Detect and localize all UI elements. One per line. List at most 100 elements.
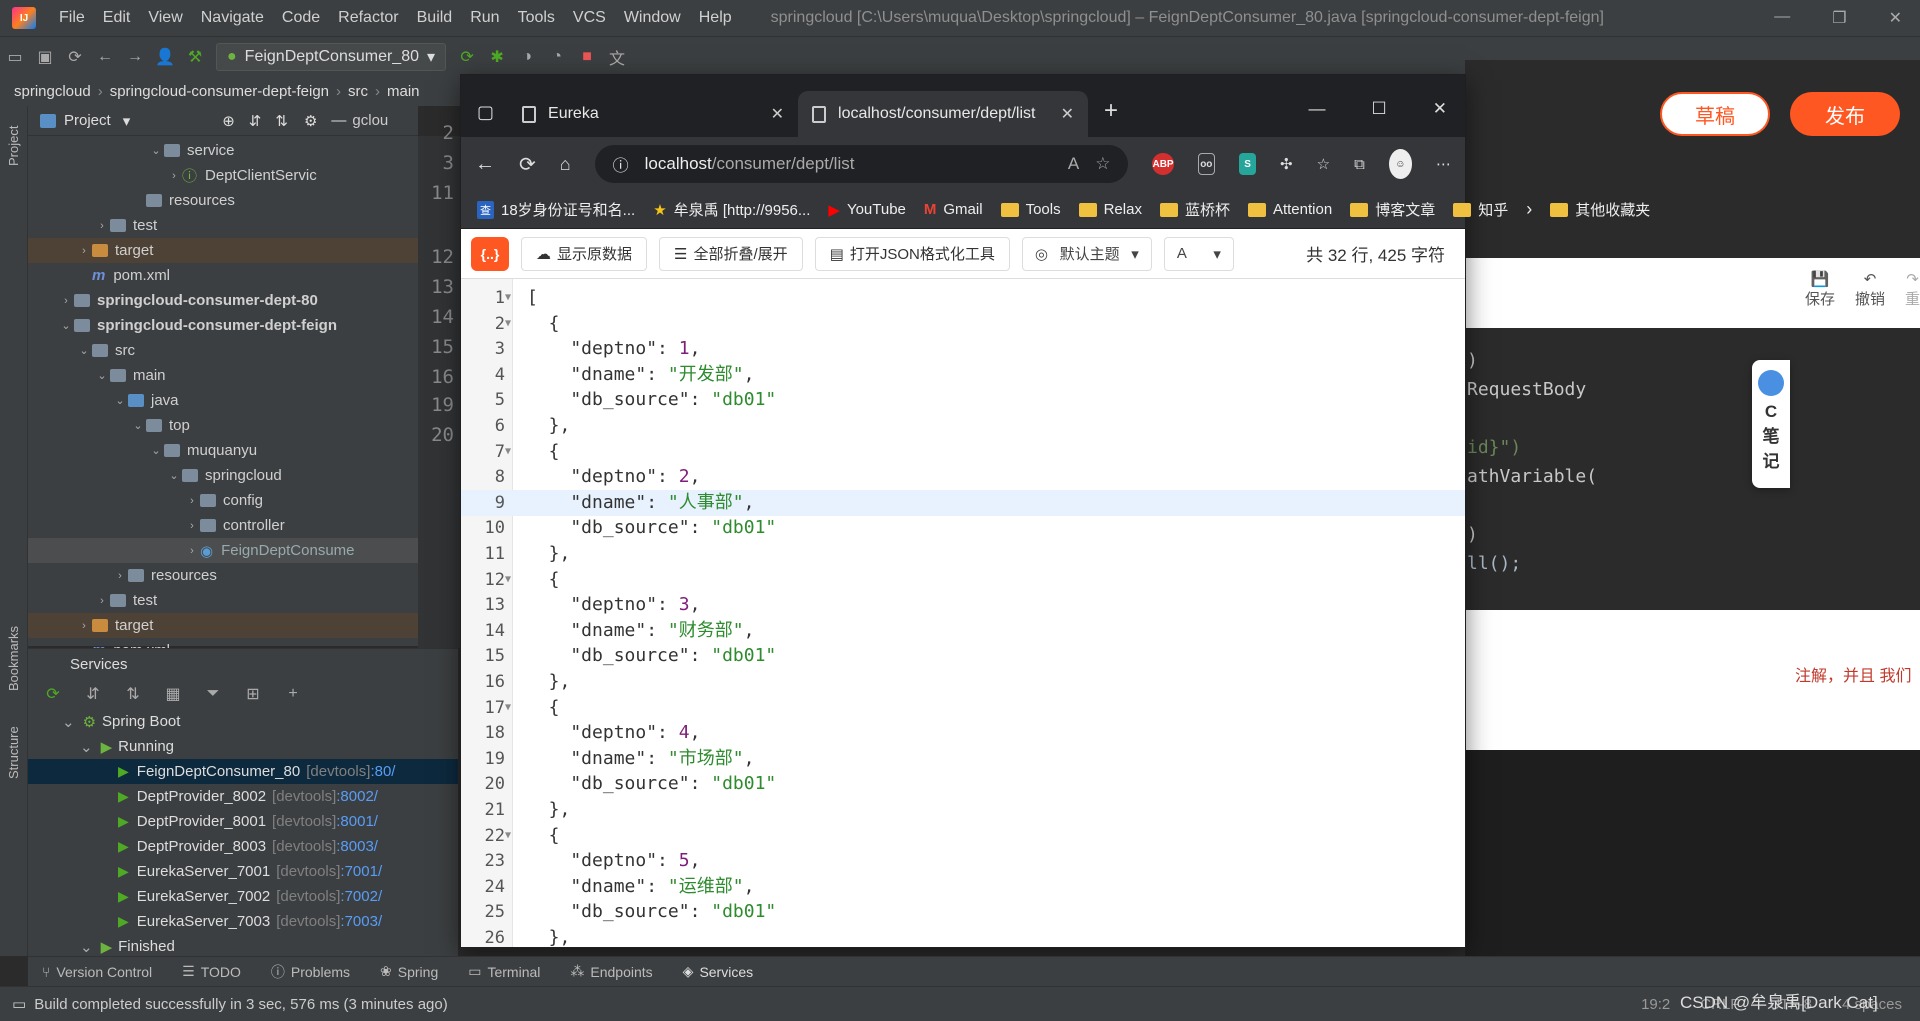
note-side-tab[interactable]: C 笔 记 [1752, 360, 1790, 488]
close-tab-icon[interactable]: ✕ [771, 104, 784, 124]
bookmark-item[interactable]: ▶ YouTube [828, 201, 906, 219]
other-bookmarks[interactable]: 其他收藏夹 [1550, 199, 1650, 220]
tool-tab-spring[interactable]: ❀ Spring [380, 963, 438, 980]
tool-tab-todo[interactable]: ☰ TODO [182, 963, 241, 980]
user-icon[interactable]: 👤 [155, 48, 175, 66]
sync-icon[interactable]: ⟳ [66, 48, 84, 66]
bookmark-item[interactable]: 查 18岁身份证号和名... [477, 199, 635, 220]
chevron-right-icon[interactable]: › [112, 570, 128, 582]
collapse-all-icon[interactable]: ⇅ [275, 112, 288, 130]
tree-item[interactable]: ⌄ top [28, 413, 418, 438]
save-icon[interactable]: ▣ [36, 48, 54, 66]
chevron-down-icon[interactable]: ⌄ [76, 344, 92, 357]
menu-item-code[interactable]: Code [273, 9, 329, 27]
breadcrumb-item[interactable]: springcloud [14, 83, 91, 100]
chevron-down-icon[interactable]: ⌄ [94, 369, 110, 382]
home-icon[interactable]: ⌂ [560, 154, 571, 175]
undo-tool[interactable]: ↶ 撤销 [1855, 270, 1885, 309]
service-item[interactable]: ▶ DeptProvider_8001 [devtools]:8001/ [28, 809, 458, 834]
locate-icon[interactable]: ⊕ [222, 112, 235, 130]
service-item[interactable]: ▶ DeptProvider_8002 [devtools]:8002/ [28, 784, 458, 809]
extension-icon[interactable]: oo [1197, 153, 1216, 175]
translate-icon[interactable]: 文 [608, 48, 626, 68]
draft-button[interactable]: 草稿 [1660, 92, 1770, 136]
port-link[interactable]: :8001/ [336, 813, 378, 830]
collections-icon[interactable]: ⧉ [1354, 156, 1365, 173]
bookmark-item[interactable]: Attention [1247, 201, 1332, 218]
refresh-icon[interactable]: ⟳ [519, 152, 536, 177]
chevron-down-icon[interactable]: ⌄ [58, 319, 74, 332]
menu-item-run[interactable]: Run [461, 9, 508, 27]
tree-item[interactable]: › ⓘ DeptClientServic [28, 163, 418, 188]
stop-icon[interactable]: ■ [578, 48, 596, 66]
tree-item[interactable]: resources [28, 188, 418, 213]
group-icon[interactable]: ▦ [164, 685, 182, 703]
menu-item-edit[interactable]: Edit [94, 9, 140, 27]
chevron-down-icon[interactable]: ⌄ [148, 444, 164, 457]
font-select[interactable]: A ▾ [1163, 236, 1234, 271]
chevron-down-icon[interactable]: ⌄ [166, 469, 182, 482]
bookmark-item[interactable]: 博客文章 [1350, 199, 1435, 220]
bookmark-item[interactable]: 知乎 [1453, 199, 1508, 220]
service-group[interactable]: ⌄ ▶ Running [28, 734, 458, 759]
more-icon[interactable]: ⋯ [1436, 155, 1451, 173]
expand-all-icon[interactable]: ⇵ [84, 685, 102, 703]
profile-avatar[interactable]: ☺ [1388, 149, 1412, 179]
restore-icon[interactable]: ❐ [1832, 8, 1846, 28]
chevron-right-icon[interactable]: › [76, 245, 92, 257]
tree-item[interactable]: › test [28, 213, 418, 238]
tree-item[interactable]: › config [28, 488, 418, 513]
chevron-right-icon[interactable]: › [76, 620, 92, 632]
chevron-right-icon[interactable]: › [184, 495, 200, 507]
port-link[interactable]: :7001/ [340, 863, 382, 880]
chevron-right-icon[interactable]: › [58, 295, 74, 307]
menu-item-file[interactable]: File [50, 9, 94, 27]
build-hammer-icon[interactable]: ⚒ [186, 48, 204, 66]
chevron-down-icon[interactable]: ⌄ [130, 419, 146, 432]
tool-tab-services[interactable]: ◈ Services [683, 963, 753, 980]
port-link[interactable]: :8003/ [336, 838, 378, 855]
bookmark-item[interactable]: Relax [1078, 201, 1142, 218]
tool-tab-terminal[interactable]: ▭ Terminal [468, 963, 540, 980]
menu-item-tools[interactable]: Tools [509, 9, 564, 27]
service-item[interactable]: ▶ FeignDeptConsumer_80 [devtools]:80/ [28, 759, 458, 784]
chevron-right-icon[interactable]: › [166, 170, 182, 182]
rerun-icon[interactable]: ⟳ [44, 685, 62, 703]
chevron-right-icon[interactable]: › [1526, 199, 1532, 220]
fold-marker-icon[interactable]: ▼ [505, 695, 511, 721]
port-link[interactable]: :7003/ [340, 913, 382, 930]
new-tab-icon[interactable]: ⊞ [244, 685, 262, 703]
fold-all-button[interactable]: ☰ 全部折叠/展开 [659, 236, 803, 271]
tree-item[interactable]: ⌄ service [28, 138, 418, 163]
publish-button[interactable]: 发布 [1790, 92, 1900, 136]
close-icon[interactable]: ✕ [1889, 8, 1902, 28]
structure-tool-tab[interactable]: Structure [6, 709, 21, 779]
run-config-select[interactable]: ● FeignDeptConsumer_80 ▾ [216, 42, 447, 71]
tab-eureka[interactable]: Eureka ✕ [508, 91, 798, 137]
coverage-icon[interactable]: ◑ [518, 48, 536, 66]
close-icon[interactable]: ✕ [1433, 99, 1447, 119]
tool-tab-endpoints[interactable]: ⁂ Endpoints [570, 963, 652, 980]
fold-marker-icon[interactable]: ▼ [505, 285, 511, 311]
chevron-right-icon[interactable]: › [94, 220, 110, 232]
favorite-add-icon[interactable]: ☆ [1095, 154, 1110, 174]
profile-icon[interactable]: ◔ [548, 48, 566, 66]
minimize-icon[interactable]: — [1309, 99, 1326, 119]
fold-marker-icon[interactable]: ▼ [505, 439, 511, 465]
json-code-view[interactable]: 1 ▼[2 ▼ {3 "deptno": 1, 4 "dname": "开发部", 5 … [461, 279, 1465, 947]
save-tool[interactable]: 💾 保存 [1805, 270, 1835, 309]
tree-item[interactable]: › target [28, 238, 418, 263]
service-item[interactable]: ▶ EurekaServer_7001 [devtools]:7001/ [28, 859, 458, 884]
open-json-tool-button[interactable]: ▤ 打开JSON格式化工具 [814, 236, 1010, 271]
open-folder-icon[interactable]: ▭ [6, 48, 24, 66]
chevron-right-icon[interactable]: › [94, 595, 110, 607]
bookmarks-tool-tab[interactable]: Bookmarks [6, 611, 21, 691]
menu-item-navigate[interactable]: Navigate [192, 9, 273, 27]
service-group[interactable]: ⌄ ⚙ Spring Boot [28, 709, 458, 734]
menu-item-help[interactable]: Help [690, 9, 741, 27]
tree-item[interactable]: ⌄ springcloud [28, 463, 418, 488]
tool-tab-version-control[interactable]: ⑂ Version Control [42, 964, 152, 980]
bookmark-item[interactable]: ★ 牟泉禹 [http://9956... [653, 199, 810, 220]
chevron-down-icon[interactable]: ⌄ [80, 738, 93, 756]
chevron-down-icon[interactable]: ⌄ [80, 938, 93, 956]
